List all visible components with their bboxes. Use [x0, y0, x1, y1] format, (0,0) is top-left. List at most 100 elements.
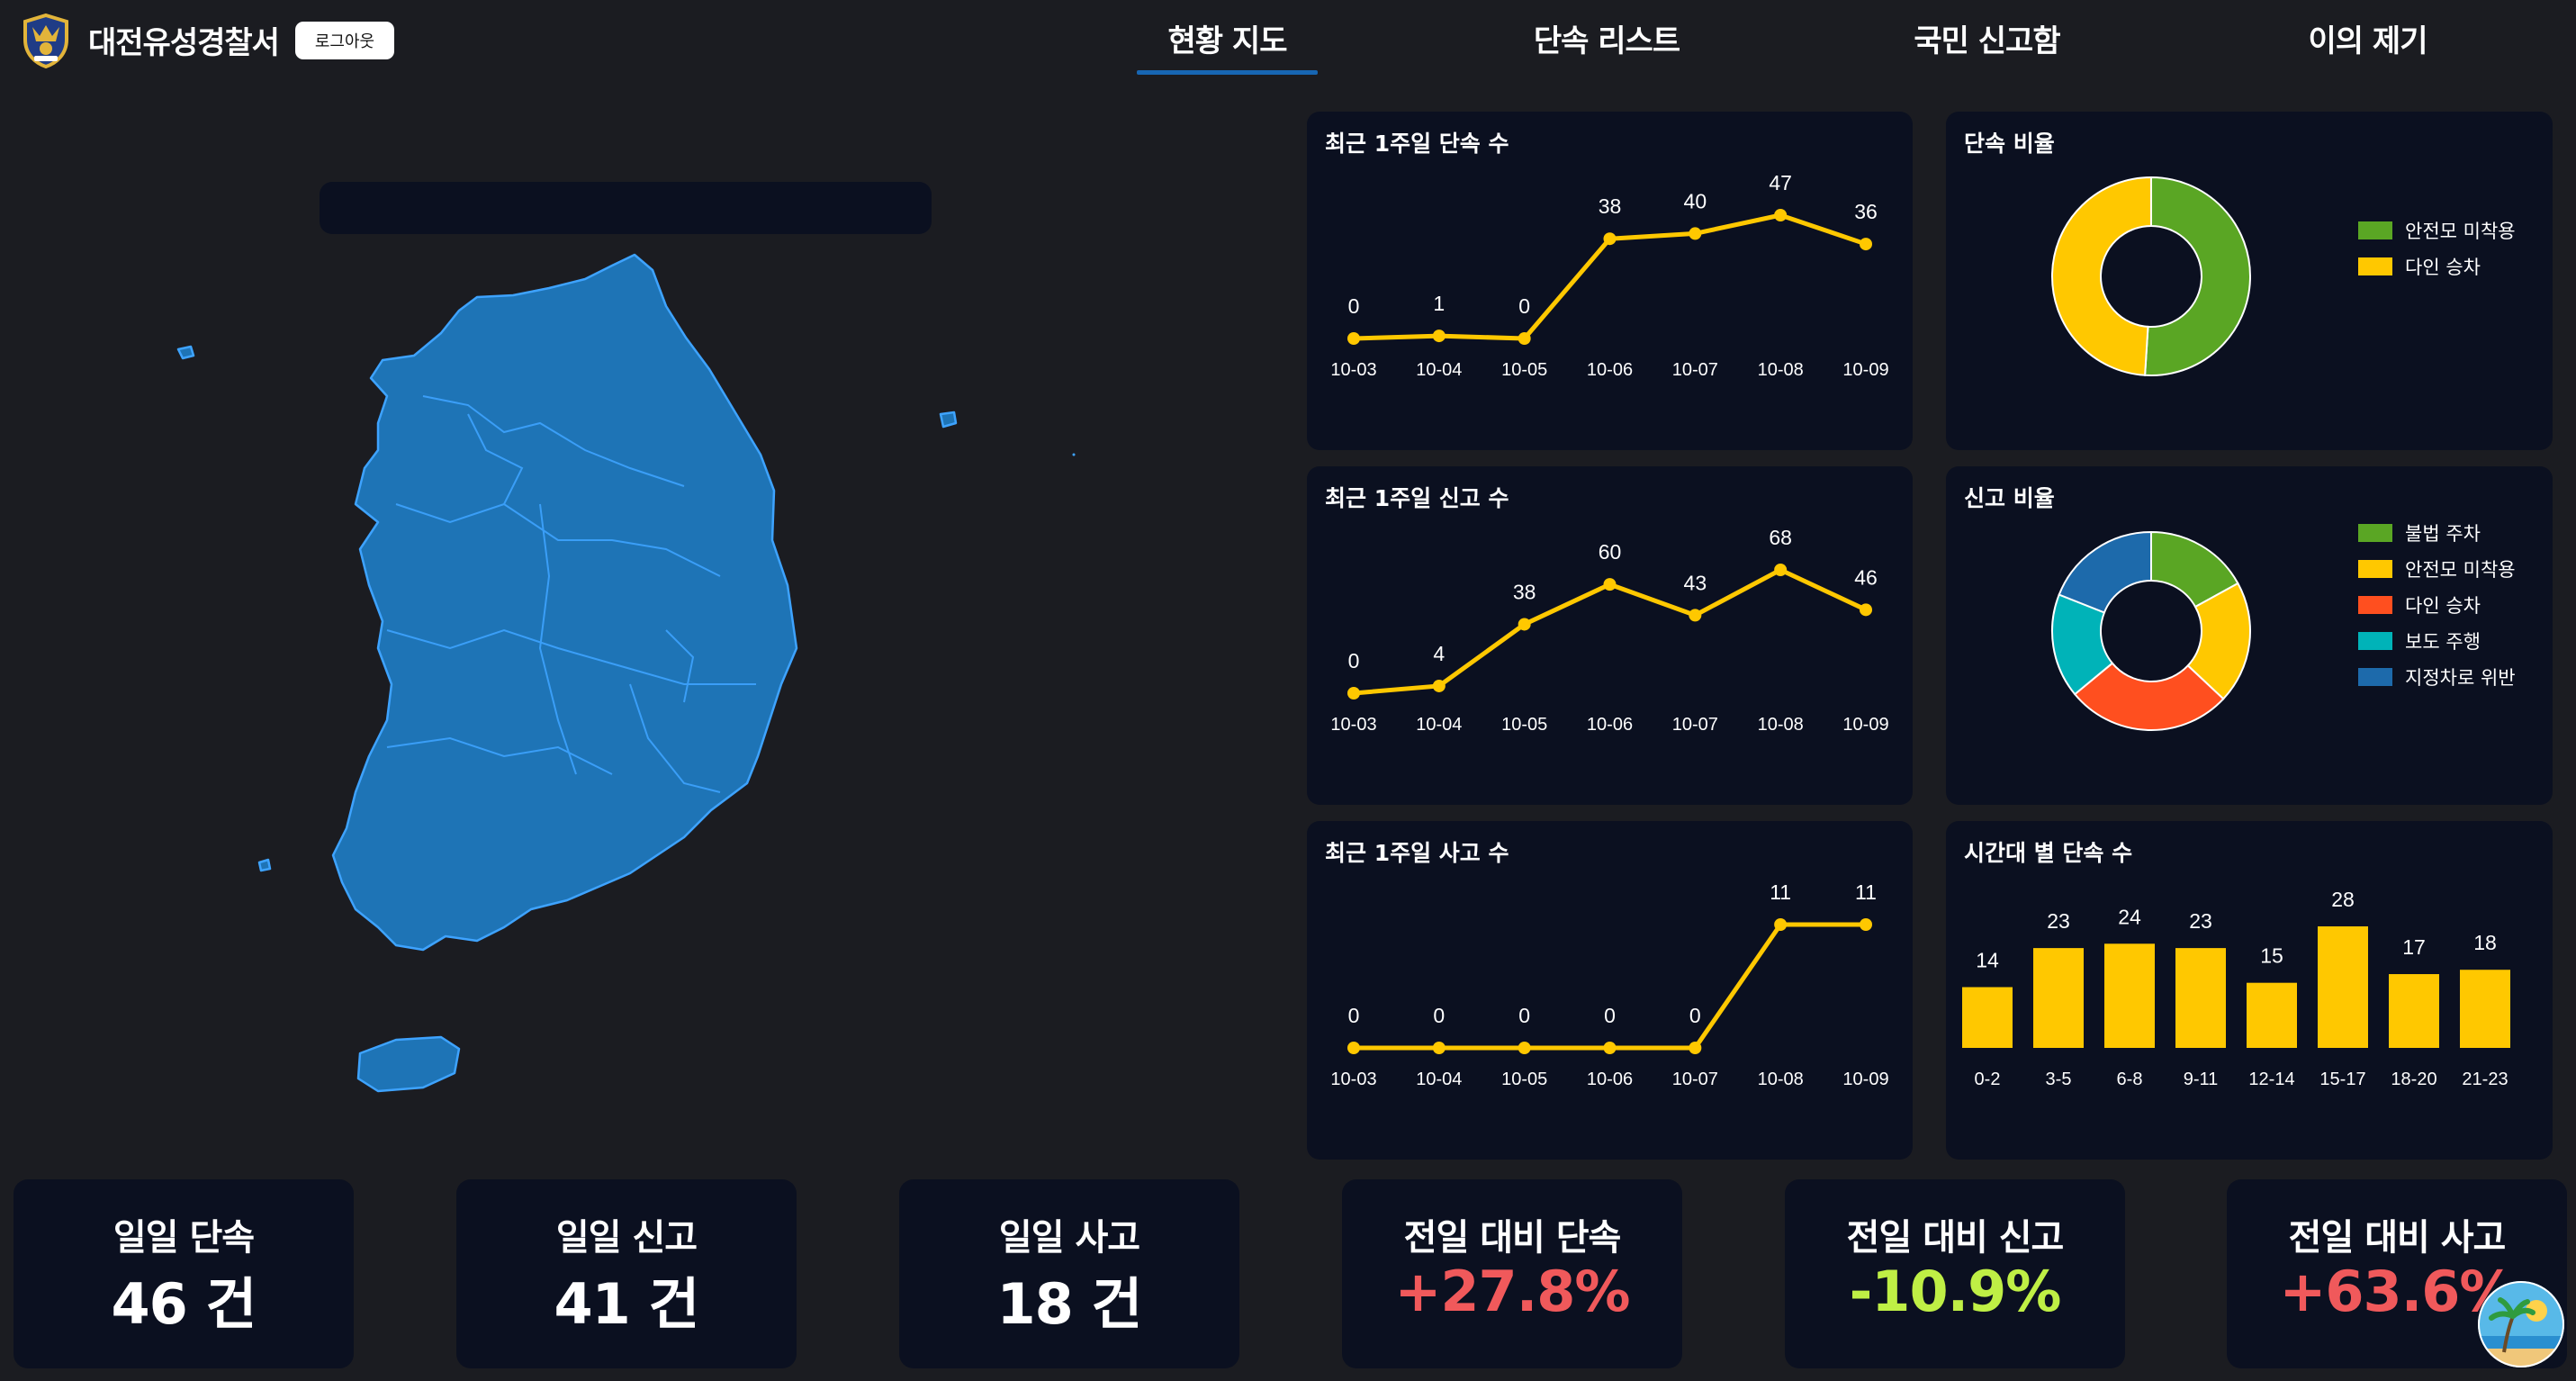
- x-tick-label: 10-05: [1501, 1070, 1547, 1089]
- stat-label: 일일 신고: [555, 1217, 698, 1259]
- accident-line-chart: 0 10-03 0 10-04 0 10-05 0 10-06 0 10-07 11 10-08 11 1…: [1330, 880, 1888, 1089]
- data-point: [1518, 1042, 1531, 1054]
- data-point: [1774, 209, 1788, 221]
- report-ratio-legend: 불법 주차 안전모 미착용 다인 승차 보도 주행 지정차로 위반: [2358, 515, 2516, 695]
- data-label: 1: [1433, 292, 1445, 315]
- data-label: 0: [1689, 1004, 1701, 1027]
- mainland-region: [331, 253, 798, 952]
- data-label: 11: [1770, 880, 1791, 904]
- data-point: [1432, 329, 1446, 343]
- data-point: [1518, 618, 1531, 631]
- legend-item: 보도 주행: [2358, 623, 2516, 659]
- x-tick-label: 10-07: [1672, 1070, 1718, 1089]
- legend-item: 안전모 미착용: [2358, 212, 2516, 248]
- stat-label: 일일 단속: [113, 1217, 255, 1259]
- x-tick-label: 10-03: [1330, 715, 1376, 735]
- x-tick-label: 10-03: [1330, 1070, 1376, 1089]
- data-label: 0: [1348, 1004, 1360, 1027]
- tab-report-box[interactable]: 국민 신고함: [1890, 16, 2084, 60]
- data-point: [1860, 238, 1872, 251]
- data-label: 0: [1604, 1004, 1616, 1027]
- x-tick-label: 21-23: [2462, 1070, 2508, 1089]
- x-tick-label: 10-09: [1842, 715, 1888, 735]
- ulleung-island: [939, 411, 958, 429]
- x-tick-label: 10-05: [1501, 360, 1547, 380]
- x-tick-label: 10-04: [1416, 1070, 1462, 1089]
- data-label: 47: [1769, 171, 1792, 194]
- bar-value-label: 23: [2189, 909, 2212, 933]
- stat-label: 일일 사고: [998, 1217, 1140, 1259]
- report-line-chart: 0 10-03 4 10-04 38 10-05 60 10-06 43 10-07 68 10-08…: [1330, 526, 1888, 735]
- legend-item: 다인 승차: [2358, 587, 2516, 623]
- bar: [2460, 970, 2510, 1048]
- legend-swatch: [2358, 596, 2392, 614]
- legend-swatch: [2358, 257, 2392, 275]
- x-tick-label: 10-09: [1842, 360, 1888, 380]
- data-label: 38: [1513, 580, 1536, 603]
- korea-map[interactable]: [0, 0, 1260, 1170]
- x-tick-label: 10-06: [1587, 715, 1633, 735]
- bar: [2318, 926, 2368, 1048]
- bar: [2247, 982, 2297, 1048]
- data-label: 60: [1599, 540, 1622, 564]
- stat-enforcement-change: 전일 대비 단속 +27.8%: [1342, 1179, 1682, 1368]
- stat-daily-report: 일일 신고 41 건: [456, 1179, 797, 1368]
- x-tick-label: 10-04: [1416, 360, 1462, 380]
- legend-label: 안전모 미착용: [2405, 559, 2516, 581]
- data-label: 43: [1684, 571, 1707, 594]
- bar-value-label: 18: [2473, 931, 2497, 954]
- bar: [2104, 943, 2155, 1048]
- stat-daily-accident: 일일 사고 18 건: [899, 1179, 1239, 1368]
- tab-objection[interactable]: 이의 제기: [2275, 16, 2460, 60]
- data-point: [1774, 564, 1788, 576]
- data-point: [1689, 609, 1702, 622]
- x-tick-label: 10-06: [1587, 1070, 1633, 1089]
- bar: [2175, 948, 2226, 1048]
- stat-label: 전일 대비 사고: [2288, 1217, 2507, 1259]
- legend-item: 다인 승차: [2358, 248, 2516, 284]
- bar-value-label: 17: [2402, 935, 2426, 959]
- data-point: [1689, 1042, 1702, 1054]
- data-point: [1347, 1042, 1360, 1054]
- stat-label: 전일 대비 단속: [1403, 1217, 1622, 1259]
- stat-value: 41 건: [554, 1271, 700, 1337]
- x-tick-label: 10-06: [1587, 360, 1633, 380]
- legend-label: 지정차로 위반: [2405, 667, 2516, 689]
- stat-daily-enforcement: 일일 단속 46 건: [14, 1179, 354, 1368]
- x-tick-label: 0-2: [1975, 1070, 2001, 1089]
- enforcement-ratio-card: 단속 비율 안전모 미착용 다인 승차: [1946, 112, 2553, 450]
- data-label: 36: [1854, 200, 1878, 223]
- data-point: [1432, 679, 1446, 692]
- stat-value: 46 건: [111, 1271, 257, 1337]
- stat-value: 18 건: [996, 1271, 1143, 1337]
- legend-swatch: [2358, 221, 2392, 239]
- bar-value-label: 15: [2260, 944, 2283, 968]
- x-tick-label: 10-03: [1330, 360, 1376, 380]
- data-label: 38: [1599, 194, 1622, 218]
- pie-slice: [2051, 176, 2152, 376]
- data-point: [1347, 332, 1360, 345]
- enforcement-ratio-legend: 안전모 미착용다인 승차: [2358, 212, 2516, 284]
- x-tick-label: 10-08: [1758, 1070, 1804, 1089]
- data-point: [1603, 1042, 1617, 1054]
- data-label: 0: [1348, 294, 1360, 318]
- jeju-island: [356, 1035, 461, 1093]
- data-point: [1347, 687, 1360, 700]
- beach-avatar-button[interactable]: [2477, 1280, 2565, 1368]
- data-label: 0: [1518, 294, 1530, 318]
- stat-value: -10.9%: [1849, 1259, 2062, 1324]
- bar: [2033, 948, 2084, 1048]
- bar: [2389, 974, 2439, 1048]
- legend-swatch: [2358, 560, 2392, 578]
- x-tick-label: 6-8: [2117, 1070, 2143, 1089]
- data-point: [1689, 227, 1702, 240]
- data-point: [1603, 232, 1617, 246]
- x-tick-label: 18-20: [2391, 1070, 2436, 1089]
- hourly-bar-chart: 14 0-2 23 3-5 24 6-8 23 9-11 15 12-14 28 15-17 17 18-…: [1962, 888, 2510, 1089]
- data-point: [1432, 1042, 1446, 1054]
- x-tick-label: 10-07: [1672, 360, 1718, 380]
- legend-label: 안전모 미착용: [2405, 221, 2516, 242]
- x-tick-label: 10-08: [1758, 360, 1804, 380]
- x-tick-label: 15-17: [2319, 1070, 2365, 1089]
- tab-enforcement-list[interactable]: 단속 리스트: [1512, 16, 1701, 60]
